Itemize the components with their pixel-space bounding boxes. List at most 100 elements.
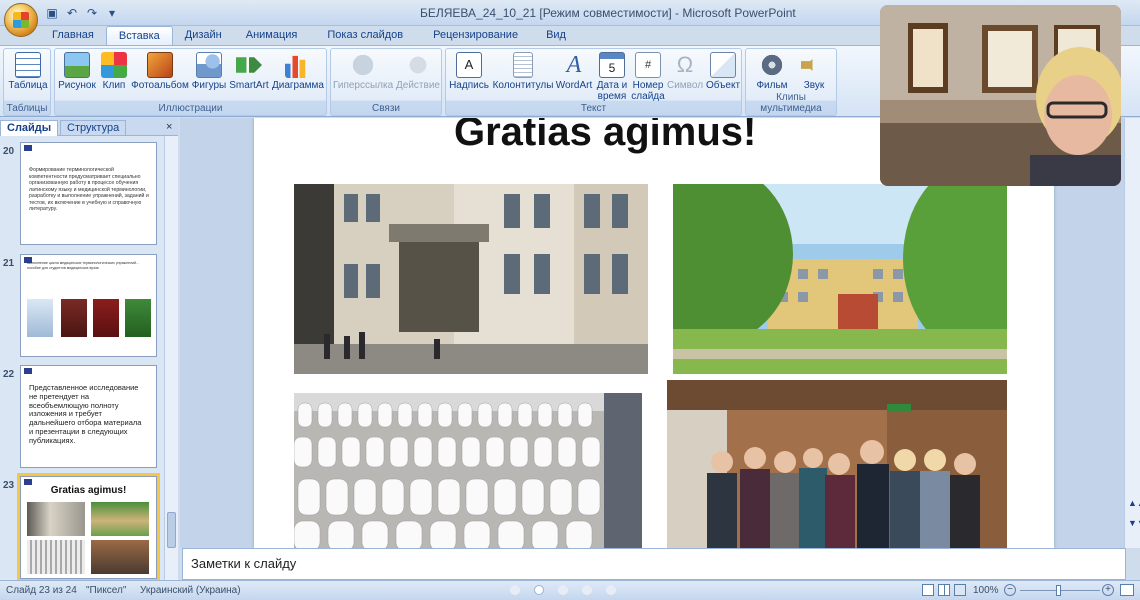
scrollbar-thumb[interactable] [167, 512, 176, 548]
picture-button[interactable]: Рисунок [57, 52, 97, 91]
group-tables: Таблица Таблицы [3, 48, 51, 116]
group-label-illustrations: Иллюстрации [158, 103, 223, 114]
chart-icon [285, 55, 306, 78]
ribbon-tabs: Главная Вставка Дизайн Анимация Показ сл… [40, 26, 578, 46]
table-button[interactable]: Таблица [8, 52, 48, 91]
thumbnail-number: 23 [3, 480, 15, 491]
group-label-tables: Таблицы [6, 103, 48, 114]
slide-title[interactable]: Gratias agimus! [454, 118, 756, 155]
slide-vertical-scrollbar[interactable]: ▲▲ ▼▼ [1124, 118, 1140, 548]
smartart-icon [236, 57, 262, 73]
object-button[interactable]: Объект [704, 52, 742, 91]
slide-number-button[interactable]: # Номер слайда [630, 52, 666, 102]
photo-university-building[interactable] [294, 184, 648, 374]
photo-staff-group[interactable] [667, 380, 1007, 548]
tab-review[interactable]: Рецензирование [421, 26, 530, 46]
notes-pane[interactable]: Заметки к слайду [182, 548, 1126, 580]
dot-icon [558, 585, 568, 595]
thumbnail-text: Формирование терминологической компетент… [29, 167, 149, 212]
thumb-accent [24, 368, 32, 374]
omega-icon: Ω [676, 52, 694, 77]
chart-button[interactable]: Диаграмма [271, 52, 325, 91]
slide-thumbnail-23[interactable]: Gratias agimus! [17, 473, 160, 582]
tab-slides[interactable]: Слайды [0, 120, 59, 136]
webcam-video-overlay [880, 5, 1121, 186]
smartart-button[interactable]: SmartArt [229, 52, 269, 91]
tab-insert[interactable]: Вставка [105, 26, 173, 46]
slideshow-view-icon[interactable] [954, 584, 966, 596]
action-icon [405, 52, 431, 78]
thumbnail-text: Представленное исследование не претендуе… [29, 383, 142, 445]
book-cover-image [61, 299, 87, 337]
textbox-icon: A [456, 52, 482, 78]
language-indicator[interactable]: Украинский (Украина) [140, 585, 241, 596]
office-button[interactable] [4, 3, 38, 37]
tab-view[interactable]: Вид [530, 26, 578, 46]
normal-view-icon[interactable] [922, 584, 934, 596]
sound-button[interactable]: Звук [794, 52, 834, 91]
object-icon [710, 52, 736, 78]
thumb-accent [24, 145, 32, 151]
zoom-level[interactable]: 100% [973, 585, 999, 596]
next-slide-icon[interactable]: ▼▼ [1128, 518, 1140, 528]
thumbnail-text: Выполнение цикла медицинских терминологи… [27, 261, 140, 270]
redo-icon[interactable]: ↷ [84, 5, 100, 21]
theme-name: "Пиксел" [86, 585, 127, 596]
hyperlink-button[interactable]: Гиперссылка [333, 52, 393, 91]
slide-thumbnail-21[interactable]: Выполнение цикла медицинских терминологи… [20, 254, 157, 357]
previous-slide-icon[interactable]: ▲▲ [1128, 498, 1140, 508]
slide-thumbnail-20[interactable]: Формирование терминологической компетент… [20, 142, 157, 245]
undo-icon[interactable]: ↶ [64, 5, 80, 21]
group-text: A Надпись Колонтитулы A WordArt 5 Дата и… [445, 48, 742, 116]
page-dots [510, 585, 616, 595]
thumbnails-scrollbar[interactable] [164, 136, 178, 580]
save-icon[interactable]: ▣ [44, 5, 60, 21]
textbox-button[interactable]: A Надпись [448, 52, 490, 91]
slides-panel: Слайды Структура × 20 Формирование терми… [0, 118, 178, 582]
tab-design[interactable]: Дизайн [173, 26, 234, 46]
group-links: Гиперссылка Действие Связи [330, 48, 442, 116]
group-label-text: Текст [580, 103, 607, 114]
thumbnail-number: 21 [3, 258, 15, 269]
slide-sorter-icon[interactable] [938, 584, 950, 596]
movie-button[interactable]: Фильм [752, 52, 792, 91]
quick-access-toolbar: ▣ ↶ ↷ ▾ [44, 5, 120, 21]
tab-slideshow[interactable]: Показ слайдов [309, 26, 421, 46]
slide-thumbnail-22[interactable]: Представленное исследование не претендуе… [20, 365, 157, 468]
clipart-icon [101, 52, 127, 78]
thumbnail-number: 22 [3, 369, 15, 380]
close-panel-icon[interactable]: × [160, 120, 178, 136]
header-footer-button[interactable]: Колонтитулы [492, 52, 554, 91]
zoom-out-icon[interactable]: − [1004, 584, 1016, 596]
wordart-icon: A [566, 52, 582, 78]
datetime-button[interactable]: 5 Дата и время [594, 52, 630, 102]
header-footer-icon [513, 52, 533, 78]
group-media: Фильм Звук Клипы мультимедиа [745, 48, 837, 116]
photo-students-white-coats[interactable] [294, 393, 642, 548]
photo-campus-park[interactable] [673, 184, 1007, 374]
action-button[interactable]: Действие [395, 52, 441, 91]
shapes-button[interactable]: Фигуры [191, 52, 227, 91]
speaker-icon [801, 53, 820, 77]
fit-to-window-icon[interactable] [1120, 584, 1134, 596]
clip-button[interactable]: Клип [99, 52, 129, 91]
group-label-media: Клипы мультимедиа [760, 92, 822, 114]
zoom-slider-thumb[interactable] [1056, 585, 1061, 596]
thumbnail-number: 20 [3, 146, 15, 157]
photo-album-button[interactable]: Фотоальбом [131, 52, 189, 91]
wordart-button[interactable]: A WordArt [554, 52, 594, 91]
symbol-button[interactable]: Ω Символ [666, 52, 704, 91]
customize-qat-icon[interactable]: ▾ [104, 5, 120, 21]
tab-home[interactable]: Главная [40, 26, 106, 46]
shapes-icon [196, 52, 222, 78]
zoom-in-icon[interactable]: + [1102, 584, 1114, 596]
dot-icon [582, 585, 592, 595]
status-bar: Слайд 23 из 24 "Пиксел" Украинский (Укра… [0, 580, 1140, 600]
tab-animation[interactable]: Анимация [234, 26, 310, 46]
film-reel-icon [759, 52, 785, 78]
thumb-photo-building [27, 502, 85, 536]
tab-outline[interactable]: Структура [60, 120, 127, 136]
thumb-photo-students [27, 540, 85, 574]
book-cover-image [125, 299, 151, 337]
hyperlink-icon [350, 52, 376, 78]
